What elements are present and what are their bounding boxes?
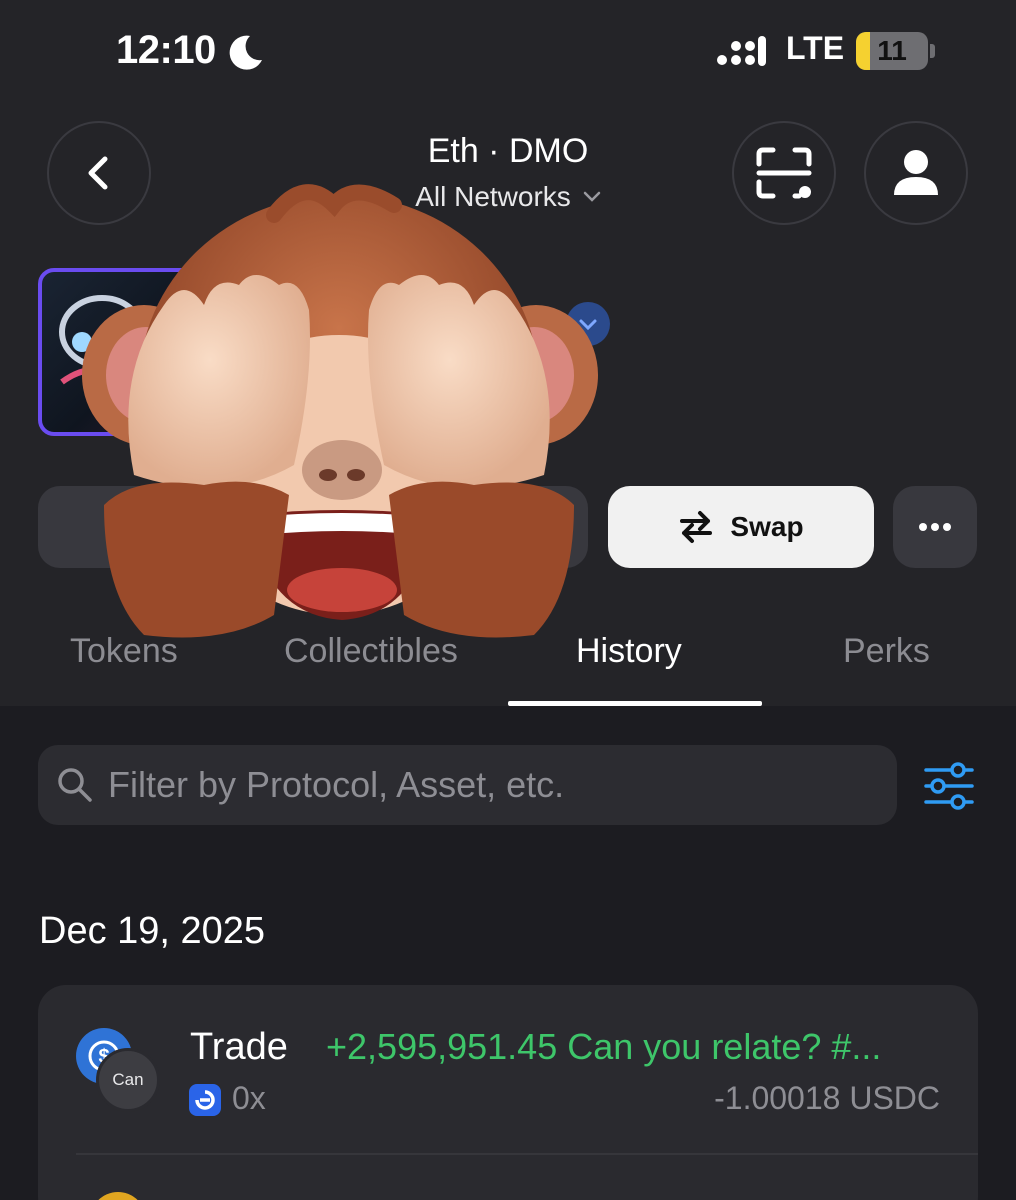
ellipsis-icon: [919, 523, 951, 531]
user-icon: [894, 150, 938, 195]
swap-button-label: Swap: [730, 511, 804, 542]
scan-button[interactable]: [732, 121, 836, 225]
protocol-name: 0x: [232, 1080, 266, 1116]
battery-icon: 11: [856, 32, 936, 70]
history-date-header: Dec 19, 2025: [39, 910, 266, 952]
divider: [76, 1153, 978, 1155]
filter-sliders-icon[interactable]: [922, 760, 976, 812]
swap-button[interactable]: Swap: [608, 486, 874, 568]
transaction-type[interactable]: Trade: [190, 1026, 288, 1069]
swap-arrows-icon: [680, 511, 713, 543]
search-input[interactable]: [108, 760, 868, 810]
active-tab-indicator: [508, 701, 762, 706]
network-type: LTE: [786, 30, 845, 66]
signal-icon: [717, 36, 766, 66]
battery-level: 11: [877, 35, 907, 66]
see-no-evil-monkey-icon: [82, 184, 598, 638]
sent-amount: -1.00018 USDC: [714, 1080, 940, 1116]
moon-icon: [229, 35, 262, 70]
tab-perks[interactable]: Perks: [843, 632, 930, 671]
more-button[interactable]: [893, 486, 977, 568]
token-badge: Can: [96, 1048, 160, 1112]
received-amount: +2,595,951.45 Can you relate? #...: [326, 1026, 882, 1067]
search-icon: [58, 768, 92, 802]
protocol-icon: [189, 1084, 221, 1116]
status-time: 12:10: [116, 28, 216, 72]
scan-icon: [756, 147, 812, 199]
wallet-name: Eth · DMO: [427, 132, 589, 170]
profile-button[interactable]: [864, 121, 968, 225]
